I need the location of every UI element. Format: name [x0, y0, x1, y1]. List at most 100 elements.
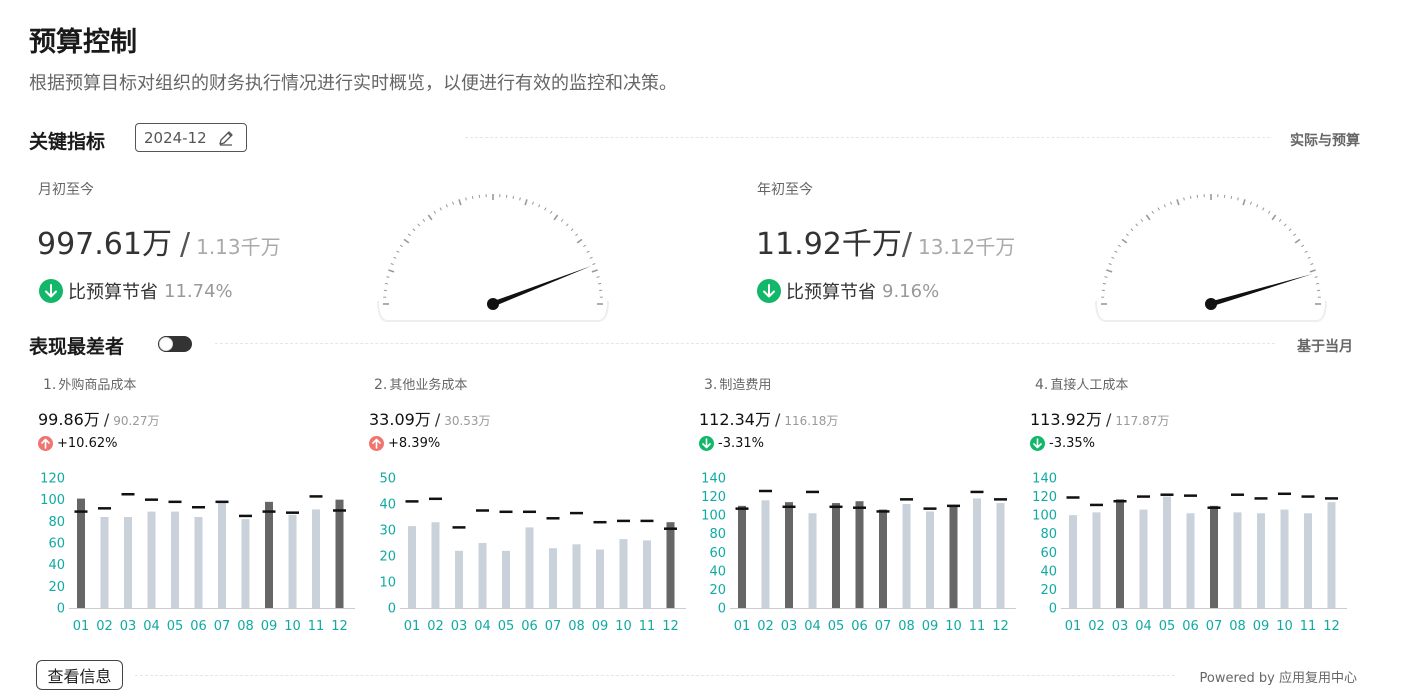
gauge-tick — [1151, 210, 1155, 214]
cost-name: 其他业务成本 — [389, 378, 468, 393]
change-pct: -3.31% — [718, 436, 764, 451]
gauge-tick — [598, 282, 602, 285]
actual-bar — [77, 498, 85, 608]
mtd-compare-label: 比预算节省 — [68, 282, 158, 303]
x-tick-label: 05 — [828, 619, 845, 634]
gauge-needle — [1210, 273, 1313, 307]
x-tick-label: 08 — [1229, 619, 1246, 634]
section-divider — [215, 343, 1275, 344]
gauge-tick — [1301, 244, 1305, 248]
y-tick-label: 50 — [379, 472, 396, 487]
gauge-tick — [433, 210, 437, 214]
actual-bar — [902, 504, 911, 608]
gauge-tick — [388, 269, 395, 273]
gauge-tick — [512, 195, 515, 199]
x-tick-label: 09 — [592, 619, 609, 634]
gauge-tick — [1309, 269, 1316, 273]
worst-toggle[interactable] — [158, 336, 192, 352]
gauge-tick — [589, 256, 593, 259]
y-tick-label: 120 — [40, 472, 65, 487]
gauge-tick — [1294, 238, 1301, 244]
ytd-values: 11.92千万 / 13.12千万 — [756, 219, 1015, 263]
actual-bar — [1233, 512, 1242, 608]
actual-bar — [996, 503, 1005, 608]
gauge-tick — [576, 238, 583, 244]
gauge-tick — [1104, 276, 1108, 278]
actual-bar — [1163, 496, 1171, 608]
x-tick-label: 08 — [898, 619, 915, 634]
gauge-tick — [1157, 207, 1160, 211]
date-picker[interactable]: 2024-12 — [135, 123, 247, 152]
x-tick-label: 09 — [1253, 619, 1270, 634]
gauge-tick — [1176, 199, 1180, 206]
change-pct: +10.62% — [57, 436, 118, 451]
actual-bar — [761, 500, 770, 608]
gauge-tick — [1237, 197, 1239, 201]
actual-bar — [785, 502, 793, 608]
x-tick-label: 05 — [1159, 619, 1176, 634]
ytd-gauge — [1092, 177, 1330, 322]
actual-bar — [241, 519, 250, 608]
ytd-label: 年初至今 — [757, 182, 813, 198]
gauge-svg — [1095, 194, 1327, 322]
gauge-tick — [596, 276, 600, 278]
gauge-tick — [560, 218, 564, 222]
gauge-tick — [565, 223, 569, 227]
gauge-tick — [575, 233, 579, 237]
x-tick-label: 05 — [167, 619, 184, 634]
gauge-tick — [1288, 228, 1292, 232]
section-divider — [465, 137, 1270, 138]
actual-bar — [1280, 509, 1289, 608]
actual-bar — [666, 522, 675, 608]
y-tick-label: 80 — [709, 527, 726, 542]
arrow-down-icon — [1030, 436, 1045, 451]
card-separator: / — [434, 410, 441, 429]
gauge-tick — [1307, 256, 1311, 259]
card-budget: 30.53万 — [444, 414, 491, 428]
y-tick-label: 120 — [701, 490, 726, 505]
card-values: 112.34万/116.18万 — [699, 406, 838, 430]
card-change: +10.62% — [38, 436, 117, 451]
ytd-actual: 11.92千万 — [756, 227, 902, 262]
x-tick-label: 06 — [521, 619, 538, 634]
x-tick-label: 02 — [757, 619, 774, 634]
actual-bar — [1257, 513, 1265, 608]
gauge-tick — [1316, 282, 1320, 285]
gauge-tick — [390, 263, 394, 266]
rank-number: 2. — [374, 377, 388, 393]
cost-name: 直接人工成本 — [1050, 378, 1129, 393]
card-rank: 2. 其他业务成本 — [374, 374, 467, 393]
actual-bar — [194, 517, 203, 608]
card-separator: / — [103, 410, 110, 429]
gauge-tick — [538, 204, 541, 208]
edit-pencil-icon[interactable] — [217, 129, 235, 147]
gauge-tick — [452, 201, 455, 205]
view-info-button[interactable]: 查看信息 — [36, 660, 123, 690]
card-separator: / — [1106, 410, 1112, 429]
x-tick-label: 07 — [545, 619, 562, 634]
gauge-tick — [1242, 199, 1246, 206]
gauge-tick — [519, 197, 521, 201]
worst-card: 4. 直接人工成本 113.92万/117.87万 -3.35% 0 20 40 60 8… — [1021, 372, 1351, 642]
gauge-tick — [1304, 250, 1308, 253]
card-budget: 116.18万 — [784, 414, 839, 428]
gauge-tick — [1249, 201, 1252, 205]
gauge-hub — [487, 298, 499, 310]
actual-bar — [643, 540, 651, 608]
y-tick-label: 0 — [1049, 602, 1057, 617]
actual-vs-budget-label: 实际与预算 — [1290, 133, 1360, 149]
y-tick-label: 20 — [48, 580, 65, 595]
gauge-tick — [591, 269, 598, 273]
gauge-tick — [393, 256, 397, 259]
gauge-tick — [1114, 250, 1118, 253]
x-tick-label: 03 — [451, 619, 468, 634]
actual-bar — [478, 543, 487, 608]
actual-bar — [1186, 513, 1195, 608]
gauge-tick — [412, 228, 416, 232]
gauge-hub — [1205, 298, 1217, 310]
gauge-tick — [531, 201, 534, 205]
y-tick-label: 20 — [1040, 583, 1057, 598]
y-tick-label: 100 — [1032, 509, 1057, 524]
gauge-tick — [1125, 233, 1129, 237]
gauge-tick — [458, 199, 462, 206]
